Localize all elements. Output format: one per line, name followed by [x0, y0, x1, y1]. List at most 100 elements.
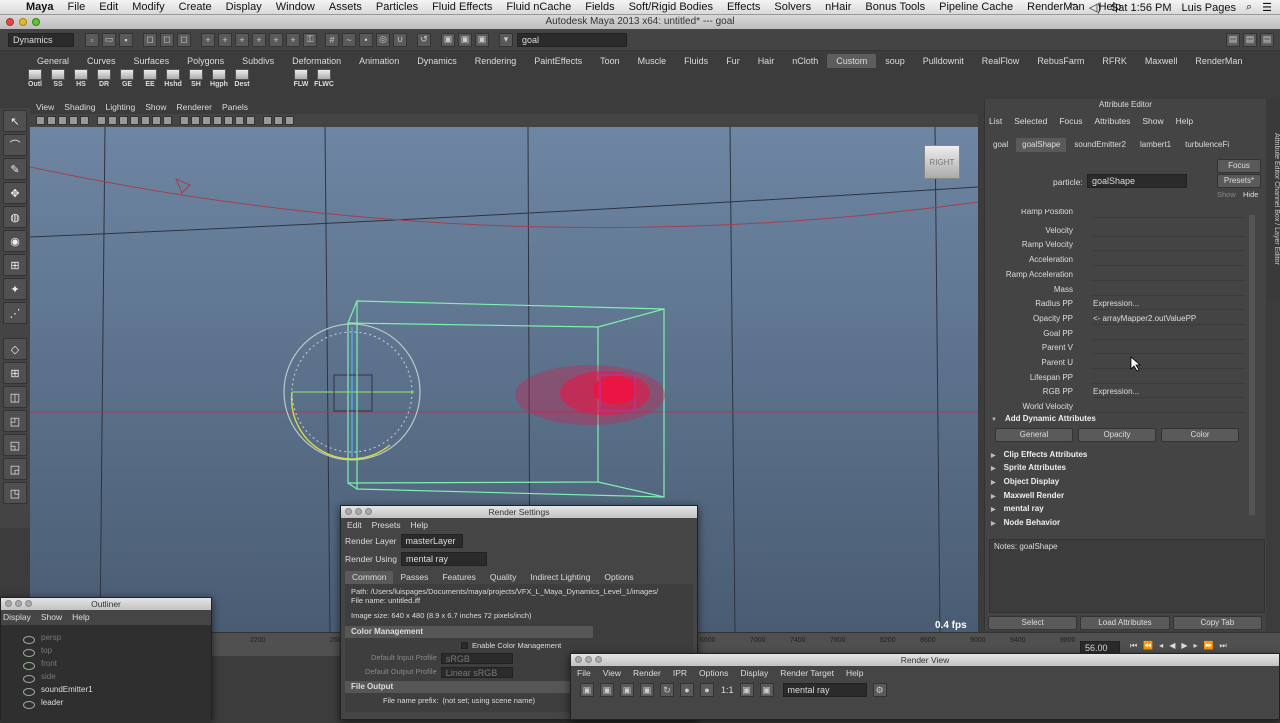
history-icon[interactable]: ↺ — [417, 32, 431, 47]
ae-tab-turbulencefi[interactable]: turbulenceFi — [1179, 138, 1235, 152]
wireframe-icon[interactable] — [180, 116, 189, 125]
load-attributes-button[interactable]: Load Attributes — [1080, 616, 1170, 630]
camera-icon[interactable] — [80, 116, 89, 125]
shelf-tab-painteffects[interactable]: PaintEffects — [525, 54, 591, 68]
attribute-value[interactable]: Expression... — [1093, 299, 1245, 311]
presets-button[interactable]: Presets* — [1217, 174, 1261, 188]
attribute-value[interactable] — [1093, 226, 1245, 237]
menu-fields[interactable]: Fields — [585, 1, 614, 13]
section-maxwell-render[interactable]: Maxwell Render — [991, 491, 1241, 504]
menu-file[interactable]: File — [68, 1, 86, 13]
step-back-icon[interactable]: ⏪ — [1143, 641, 1153, 651]
render-settings-shortcut-icon[interactable]: ⚙ — [872, 683, 887, 697]
shelf-tab-soup[interactable]: soup — [876, 54, 914, 68]
shelf-button-ge[interactable]: GE — [116, 69, 138, 93]
input-profile-dropdown[interactable]: sRGB — [440, 653, 513, 664]
menu-display[interactable]: Display — [226, 1, 262, 13]
shelf-tab-curves[interactable]: Curves — [78, 54, 125, 68]
clock[interactable]: Sat 1:56 PM — [1111, 2, 1172, 14]
zoom-window-button[interactable] — [595, 656, 602, 663]
rv-menu-view[interactable]: View — [603, 668, 621, 678]
layout-graph-icon[interactable]: ◰ — [3, 410, 27, 432]
dynamic-general-button[interactable]: General — [995, 427, 1073, 442]
shelf-tab-pulldownit[interactable]: Pulldownit — [914, 54, 973, 68]
renderer-dropdown[interactable]: mental ray — [400, 552, 487, 566]
ae-menu-attributes[interactable]: Attributes — [1094, 116, 1130, 126]
magnet-icon[interactable]: ∪ — [393, 32, 407, 47]
field-chart-icon[interactable] — [141, 116, 150, 125]
layout-dope-icon[interactable]: ◲ — [3, 458, 27, 480]
shelf-tab-fur[interactable]: Fur — [717, 54, 749, 68]
section-clip-effects-attributes[interactable]: Clip Effects Attributes — [991, 450, 1241, 463]
xray-icon[interactable] — [274, 116, 283, 125]
shadows-icon[interactable] — [235, 116, 244, 125]
shelf-button-sh[interactable]: SH — [185, 69, 207, 93]
select-button[interactable]: Select — [988, 616, 1078, 630]
menu-solvers[interactable]: Solvers — [774, 1, 811, 13]
outliner-item-persp[interactable]: persp — [1, 633, 211, 646]
shelf-button-flw[interactable]: FLW — [290, 69, 312, 93]
shelf-tab-deformation[interactable]: Deformation — [283, 54, 350, 68]
copy-tab-button[interactable]: Copy Tab — [1172, 616, 1262, 630]
menu-fluid-effects[interactable]: Fluid Effects — [432, 1, 492, 13]
dynamic-color-button[interactable]: Color — [1161, 427, 1239, 442]
redo-render-icon[interactable]: ▣ — [580, 683, 594, 697]
move-tool-icon[interactable]: ✥ — [3, 182, 27, 204]
menu-fluid-ncache[interactable]: Fluid nCache — [506, 1, 571, 13]
wifi-icon[interactable]: ◠ — [1069, 1, 1079, 14]
attribute-value[interactable] — [1093, 402, 1245, 414]
attribute-value[interactable] — [1093, 209, 1245, 218]
alpha-channel-icon[interactable]: ● — [700, 683, 714, 697]
key-back-icon[interactable]: ◂ — [1159, 641, 1163, 651]
save-scene-icon[interactable]: ▪ — [119, 32, 133, 47]
outliner-item-soundemitter1[interactable]: soundEmitter1 — [1, 685, 211, 698]
render-layer-dropdown[interactable]: masterLayer — [400, 534, 463, 548]
paint-select-icon[interactable]: ✎ — [3, 158, 27, 180]
rs-tab-common[interactable]: Common — [345, 571, 394, 584]
menuset-dropdown[interactable]: Dynamics — [8, 32, 74, 47]
attribute-value[interactable]: <- arrayMapper2.outValuePP — [1093, 314, 1245, 325]
rv-menu-render[interactable]: Render — [633, 668, 661, 678]
rv-menu-options[interactable]: Options — [699, 668, 728, 678]
shelf-button-ss[interactable]: SS — [47, 69, 69, 93]
ae-menu-show[interactable]: Show — [1142, 116, 1163, 126]
ae-menu-focus[interactable]: Focus — [1059, 116, 1082, 126]
enable-cm-checkbox[interactable] — [461, 642, 468, 649]
mask-icon[interactable]: + — [201, 32, 215, 47]
menu-modify[interactable]: Modify — [132, 1, 164, 13]
attribute-value[interactable] — [1093, 285, 1245, 296]
section-object-display[interactable]: Object Display — [991, 477, 1241, 490]
rotate-tool-icon[interactable]: ◍ — [3, 206, 27, 228]
ao-icon[interactable] — [246, 116, 255, 125]
snap-grid-icon[interactable]: # — [325, 32, 339, 47]
ae-menu-list[interactable]: List — [989, 116, 1002, 126]
ipr-render-icon[interactable]: ▣ — [640, 683, 654, 697]
shelf-button-dest[interactable]: Dest — [231, 69, 253, 93]
rv-menu-ipr[interactable]: IPR — [673, 668, 687, 678]
shelf-tab-rfrk[interactable]: RFRK — [1093, 54, 1136, 68]
shelf-tab-rebusfarm[interactable]: RebusFarm — [1028, 54, 1093, 68]
rv-menu-display[interactable]: Display — [740, 668, 768, 678]
outliner-item-side[interactable]: side — [1, 672, 211, 685]
hide-button[interactable]: Hide — [1243, 190, 1258, 199]
mask-icon[interactable]: + — [218, 32, 232, 47]
key-forward-icon[interactable]: ▸ — [1194, 641, 1198, 651]
ae-tab-soundemitter2[interactable]: soundEmitter2 — [1068, 138, 1132, 152]
menu-effects[interactable]: Effects — [727, 1, 760, 13]
shelf-tab-muscle[interactable]: Muscle — [629, 54, 676, 68]
menu-create[interactable]: Create — [179, 1, 212, 13]
grid-icon[interactable] — [97, 116, 106, 125]
keep-image-icon[interactable]: ▣ — [739, 683, 754, 697]
particle-name-field[interactable]: goalShape — [1087, 174, 1187, 188]
outliner-menu-help[interactable]: Help — [72, 612, 89, 622]
shelf-tab-subdivs[interactable]: Subdivs — [233, 54, 283, 68]
rv-menu-render-target[interactable]: Render Target — [780, 668, 834, 678]
rs-tab-options[interactable]: Options — [597, 571, 640, 584]
layout-four-icon[interactable]: ⊞ — [3, 362, 27, 384]
shelf-tab-toon[interactable]: Toon — [591, 54, 629, 68]
user-name[interactable]: Luis Pages — [1182, 2, 1236, 14]
last-tool-icon[interactable]: ✦ — [3, 278, 27, 300]
step-forward-icon[interactable]: ⏩ — [1204, 641, 1214, 651]
dynamic-opacity-button[interactable]: Opacity — [1078, 427, 1156, 442]
search-icon[interactable]: ⌕ — [1246, 1, 1252, 14]
